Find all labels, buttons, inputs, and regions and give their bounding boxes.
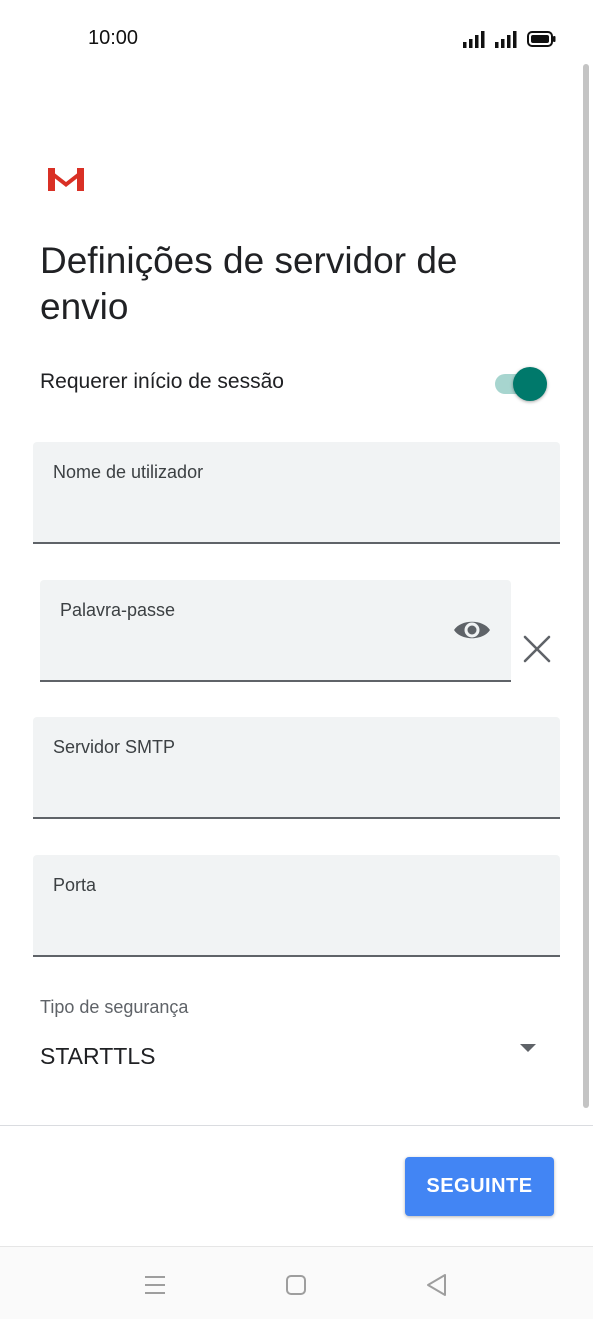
toggle-thumb: [513, 367, 547, 401]
port-label: Porta: [53, 875, 97, 895]
signal-icon: [463, 31, 485, 48]
password-field[interactable]: Palavra-passe: [40, 580, 511, 682]
port-field[interactable]: Porta: [33, 855, 560, 957]
navigation-bar: [0, 1246, 593, 1319]
divider: [0, 1125, 593, 1126]
security-type-select[interactable]: STARTTLS: [40, 1036, 540, 1082]
next-button[interactable]: SEGUINTE: [405, 1157, 554, 1216]
smtp-server-field[interactable]: Servidor SMTP: [33, 717, 560, 819]
require-login-toggle[interactable]: [493, 366, 549, 402]
menu-icon[interactable]: [139, 1269, 171, 1301]
gmail-logo-icon: [48, 167, 84, 191]
smtp-server-label: Servidor SMTP: [53, 737, 176, 757]
status-bar: 10:00: [0, 0, 593, 76]
close-icon[interactable]: [518, 630, 556, 668]
status-time: 10:00: [88, 27, 139, 49]
username-field[interactable]: Nome de utilizador: [33, 442, 560, 544]
security-type-label: Tipo de segurança: [40, 997, 189, 1017]
status-icons: [463, 28, 557, 48]
dropdown-arrow-icon: [520, 1044, 536, 1052]
require-login-label: Requerer início de sessão: [40, 370, 284, 393]
page-title: Definições de servidor de envio: [40, 240, 458, 327]
home-icon[interactable]: [280, 1269, 312, 1301]
username-label: Nome de utilizador: [53, 462, 204, 482]
password-label: Palavra-passe: [60, 600, 176, 620]
back-icon[interactable]: [421, 1269, 453, 1301]
eye-icon[interactable]: [452, 616, 492, 644]
security-type-value: STARTTLS: [40, 1043, 156, 1069]
scrollbar[interactable]: [583, 64, 589, 1108]
signal-icon: [495, 31, 517, 48]
battery-icon: [527, 31, 556, 47]
